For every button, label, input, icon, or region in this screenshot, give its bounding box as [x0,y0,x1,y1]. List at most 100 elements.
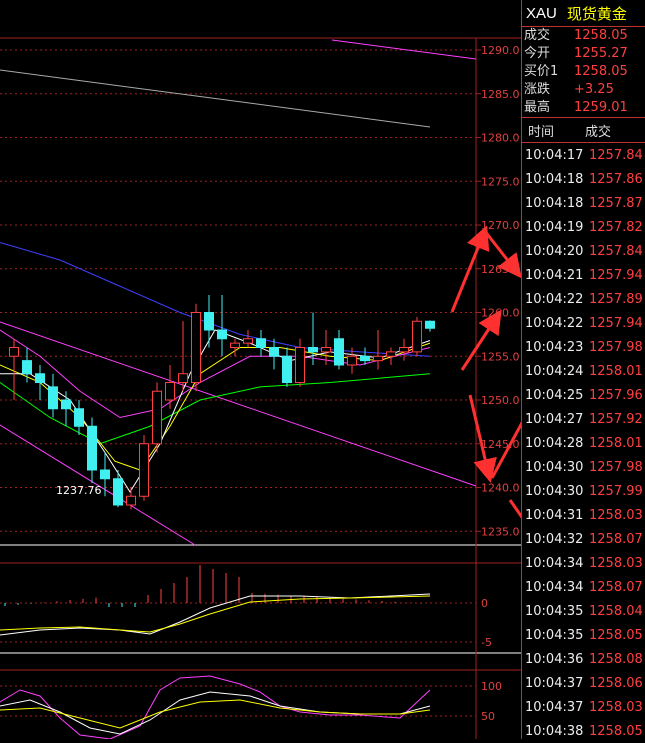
kdj-k-line [0,691,431,735]
candle-body [334,338,344,366]
axis-label: 1290.0 [481,44,520,57]
tick-price: 1257.94 [589,267,643,283]
candle-body [35,373,45,383]
tick-row[interactable]: 10:04:18 1257.86 [522,167,645,191]
tick-row[interactable]: 10:04:35 1258.05 [522,623,645,647]
tick-list[interactable]: 10:04:17 1257.84 10:04:18 1257.86 10:04:18 12… [522,143,645,743]
tick-time: 10:04:34 [525,579,584,595]
tick-row[interactable]: 10:04:22 1257.89 [522,287,645,311]
tick-row[interactable]: 10:04:30 1257.98 [522,455,645,479]
axis-label: 1270.0 [481,219,520,232]
tick-row[interactable]: 10:04:36 1258.08 [522,647,645,671]
tick-time: 10:04:35 [525,603,584,619]
tick-row[interactable]: 10:04:23 1257.98 [522,335,645,359]
quote-row: 最高 1259.01 [524,99,645,117]
tick-time: 10:04:24 [525,363,584,379]
quote-value: 1255.27 [574,46,628,61]
tick-row[interactable]: 10:04:27 1257.92 [522,407,645,431]
chart-grid [0,37,521,739]
col-time: 时间 [528,124,555,140]
candlesticks [9,295,435,510]
candle-body [243,338,253,344]
candle-body [139,443,149,497]
candle-body [360,355,370,362]
tick-row[interactable]: 10:04:30 1257.99 [522,479,645,503]
tick-row[interactable]: 10:04:20 1257.84 [522,239,645,263]
candle-body [412,320,422,353]
tick-price: 1258.05 [589,627,643,643]
candle-body [308,347,318,353]
tick-price: 1257.84 [589,147,643,163]
tick-row[interactable]: 10:04:38 1258.05 [522,719,645,743]
tick-row[interactable]: 10:04:34 1258.07 [522,575,645,599]
candle-body [295,347,305,383]
axis-label: 100 [481,680,502,693]
axis-label: 1235.0 [481,525,520,538]
tick-price: 1258.03 [589,555,643,571]
tick-row[interactable]: 10:04:37 1258.03 [522,695,645,719]
kline-chart-area[interactable]: 1290.0 1285.0 1280.0 1275.0 1270.0 1265.0 1260… [0,0,521,739]
macd-panel [0,565,431,636]
kline-chart[interactable]: 1290.0 1285.0 1280.0 1275.0 1270.0 1265.0 1260… [0,0,521,739]
candle-body [48,386,58,410]
candle-body [191,312,201,383]
ma120-line [0,242,431,357]
candle-body [217,329,227,340]
axis-label: 1285.0 [481,88,520,101]
axis-label: 1260.0 [481,307,520,320]
candle-body [22,360,32,375]
moving-average-lines [0,242,431,493]
tick-row[interactable]: 10:04:25 1257.96 [522,383,645,407]
tick-time: 10:04:25 [525,387,584,403]
candle-body [178,373,188,383]
tick-price: 1258.04 [589,603,643,619]
candle-body [425,320,435,329]
quote-panel: 成交 1258.05 今开 1255.27 买价1 1258.05 涨跌 +3.25 最高 125… [522,27,645,118]
tick-row[interactable]: 10:04:24 1258.01 [522,359,645,383]
candle-body [347,355,357,366]
tick-time: 10:04:31 [525,507,584,523]
tick-row[interactable]: 10:04:37 1258.06 [522,671,645,695]
candle-body [126,495,136,506]
candle-body [399,347,409,353]
kdj-panel [0,675,431,739]
tick-time: 10:04:23 [525,339,584,355]
tick-time: 10:04:38 [525,723,584,739]
tick-price: 1257.84 [589,243,643,259]
tick-price: 1257.96 [589,387,643,403]
tick-row[interactable]: 10:04:32 1258.07 [522,527,645,551]
quote-row: 成交 1258.05 [524,27,645,45]
tick-price: 1257.94 [589,315,643,331]
tick-row[interactable]: 10:04:17 1257.84 [522,143,645,167]
axis-label: 1250.0 [481,394,520,407]
quote-label: 成交 [524,28,551,43]
axis-label: 1255.0 [481,350,520,363]
tick-time: 10:04:22 [525,291,584,307]
tick-row[interactable]: 10:04:31 1258.03 [522,503,645,527]
tick-row[interactable]: 10:04:28 1258.01 [522,431,645,455]
candle-body [321,347,331,353]
quote-label: 买价1 [524,64,559,79]
tick-time: 10:04:18 [525,195,584,211]
arrow [490,421,521,479]
candle-body [269,347,279,357]
tick-price: 1258.01 [589,363,643,379]
tick-row[interactable]: 10:04:21 1257.94 [522,263,645,287]
col-price: 成交 [585,124,612,140]
tick-row[interactable]: 10:04:19 1257.82 [522,215,645,239]
quote-value: 1258.05 [574,28,628,43]
tick-time: 10:04:22 [525,315,584,331]
tick-time: 10:04:34 [525,555,584,571]
tick-row[interactable]: 10:04:34 1258.03 [522,551,645,575]
tick-time: 10:04:30 [525,483,584,499]
kdj-d-line [0,699,431,729]
candle-body [9,347,19,357]
quote-value: +3.25 [574,82,614,97]
tick-row[interactable]: 10:04:22 1257.94 [522,311,645,335]
tick-row[interactable]: 10:04:35 1258.04 [522,599,645,623]
tick-price: 1257.82 [589,219,643,235]
tick-row[interactable]: 10:04:18 1257.87 [522,191,645,215]
candle-body [87,425,97,471]
candle-body [256,338,266,348]
tick-price: 1258.01 [589,435,643,451]
